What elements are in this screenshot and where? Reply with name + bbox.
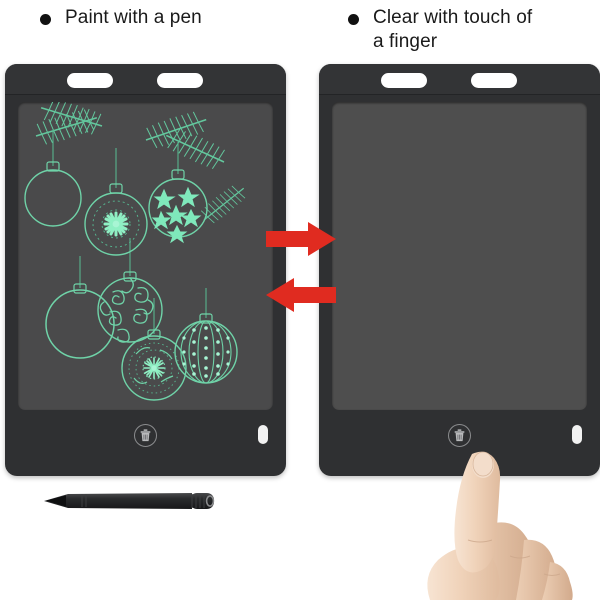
erase-button-left[interactable] bbox=[134, 424, 157, 447]
tablet-left[interactable] bbox=[5, 64, 286, 476]
trash-icon bbox=[454, 429, 465, 442]
caption-left: Paint with a pen bbox=[40, 6, 202, 30]
hanging-slot-icon bbox=[67, 73, 113, 88]
erase-button-right[interactable] bbox=[448, 424, 471, 447]
illustration-stage: Paint with a pen Clear with touch of a f… bbox=[0, 0, 600, 600]
ornament-striped bbox=[174, 313, 238, 384]
hanging-slot-icon bbox=[381, 73, 427, 88]
arrow-left bbox=[266, 278, 336, 312]
tablet-right[interactable] bbox=[319, 64, 600, 476]
ornament-snowflake bbox=[84, 183, 148, 256]
caption-right-text: Clear with touch of a finger bbox=[373, 7, 533, 52]
tablet-right-top-bar bbox=[319, 64, 600, 95]
ornament-mandala bbox=[121, 329, 187, 401]
caption-left-text: Paint with a pen bbox=[65, 7, 202, 28]
arrow-right bbox=[266, 222, 336, 256]
pine-branch-icon bbox=[142, 109, 210, 150]
tablet-left-screen[interactable] bbox=[18, 102, 273, 410]
ornament-stars bbox=[148, 169, 208, 244]
tablet-left-top-bar bbox=[5, 64, 286, 95]
lock-slider-left[interactable] bbox=[258, 425, 268, 444]
hanging-slot-icon bbox=[471, 73, 517, 88]
lock-slider-right[interactable] bbox=[572, 425, 582, 444]
ornament-zigzag bbox=[24, 161, 82, 227]
ornament-swirl bbox=[97, 271, 163, 343]
bullet-icon bbox=[348, 14, 359, 25]
hand-pressing-erase-button bbox=[398, 448, 600, 600]
trash-icon bbox=[140, 429, 151, 442]
tablet-right-screen[interactable] bbox=[332, 102, 587, 410]
hanging-slot-icon bbox=[157, 73, 203, 88]
bullet-icon bbox=[40, 14, 51, 25]
pine-branch-icon bbox=[160, 125, 230, 172]
caption-right: Clear with touch of a finger bbox=[348, 6, 532, 54]
ornament-drawing bbox=[24, 102, 253, 401]
ornament-checkered bbox=[45, 283, 115, 359]
stylus-pen[interactable] bbox=[42, 488, 220, 514]
